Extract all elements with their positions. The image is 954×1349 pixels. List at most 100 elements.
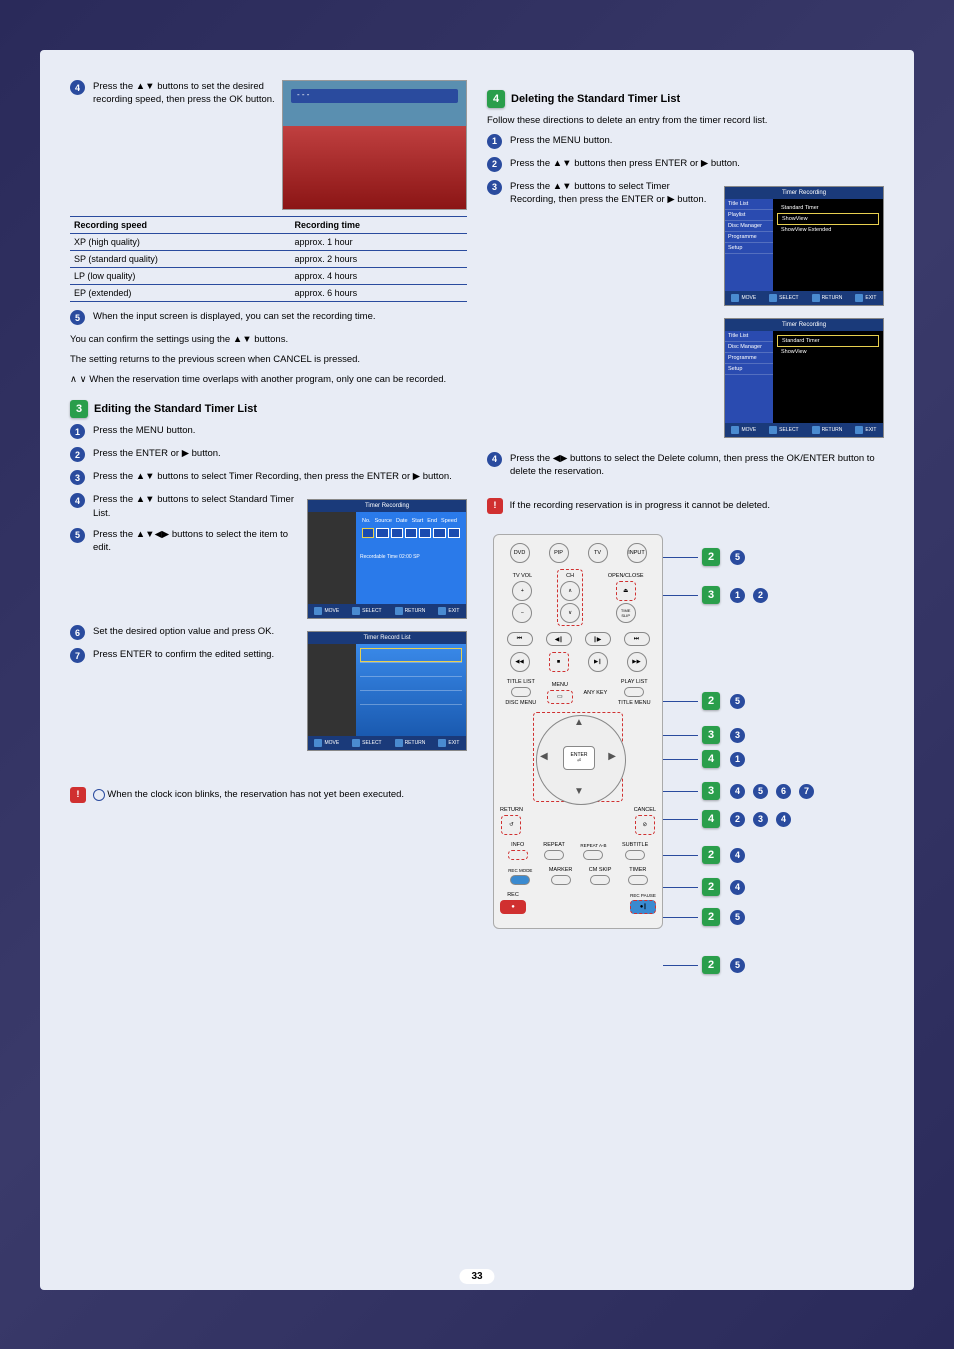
- dpad-up-icon: ▲: [574, 717, 584, 728]
- btn-subtitle: [625, 850, 645, 860]
- s3-n7: 7: [70, 648, 85, 663]
- th-speed: Recording speed: [70, 217, 291, 234]
- dpad-down-icon: ▼: [574, 786, 584, 797]
- page-number: 33: [459, 1269, 494, 1284]
- callout-0: 25: [663, 548, 749, 566]
- btn-marker: [551, 875, 571, 885]
- btn-cmskip: [590, 875, 610, 885]
- note-3: ∧ ∨ When the reservation time overlaps w…: [70, 373, 467, 387]
- s3-t2: Press the ENTER or ▶ button.: [93, 447, 467, 460]
- note-1: You can confirm the settings using the ▲…: [70, 333, 467, 347]
- btn-repeat: [544, 850, 564, 860]
- s3-t4: Press the ▲▼ buttons to select Standard …: [93, 493, 301, 520]
- callout-2: 25: [663, 692, 749, 710]
- btn-rew: ◀◀: [510, 652, 530, 672]
- btn-timeslip: TIME SLIP: [616, 603, 636, 623]
- btn-play: ▶∥: [588, 652, 608, 672]
- btn-prev: ⏮: [507, 632, 533, 646]
- s3-n3: 3: [70, 470, 85, 485]
- left-column: - - - 4 Press the ▲▼ buttons to set the …: [70, 80, 467, 929]
- step-5-text: When the input screen is displayed, you …: [93, 310, 467, 323]
- btn-input: INPUT: [627, 543, 647, 563]
- btn-ch-up: ∧: [560, 581, 580, 601]
- btn-dvd: DVD: [510, 543, 530, 563]
- s3-n6: 6: [70, 625, 85, 640]
- callout-10: 25: [663, 956, 749, 974]
- section-box-4: 4: [487, 90, 505, 108]
- callout-9: 25: [663, 908, 749, 926]
- btn-enter: ENTER⏎: [563, 746, 595, 770]
- preview-image: - - -: [282, 80, 467, 210]
- btn-pip: PIP: [549, 543, 569, 563]
- callout-4: 41: [663, 750, 749, 768]
- s3-t1: Press the MENU button.: [93, 424, 467, 437]
- callout-1: 312: [663, 586, 772, 604]
- caution-note: ! When the clock icon blinks, the reserv…: [70, 787, 467, 803]
- btn-stepfwd: ∥▶: [585, 632, 611, 646]
- s4-n4: 4: [487, 452, 502, 467]
- step-circle-4: 4: [70, 80, 85, 95]
- btn-vol-dn: −: [512, 603, 532, 623]
- s3-t3: Press the ▲▼ buttons to select Timer Rec…: [93, 470, 467, 483]
- section-box-3: 3: [70, 400, 88, 418]
- s4-t4: Press the ◀▶ buttons to select the Delet…: [510, 452, 884, 479]
- btn-eject: ⏏: [616, 581, 636, 601]
- manual-page: - - - 4 Press the ▲▼ buttons to set the …: [40, 50, 914, 1290]
- s3-t5: Press the ▲▼◀▶ buttons to select the ite…: [93, 528, 301, 555]
- s3-n2: 2: [70, 447, 85, 462]
- clock-icon: [93, 789, 105, 801]
- btn-title-list: [511, 687, 531, 697]
- remote-callouts: 2531225334134567423424242525: [663, 534, 884, 929]
- preview-overlay: - - -: [297, 90, 309, 99]
- s4-t3: Press the ▲▼ buttons to select Timer Rec…: [510, 180, 718, 207]
- caution-icon-2: !: [487, 498, 503, 514]
- btn-next: ⏭: [624, 632, 650, 646]
- btn-timer: [628, 875, 648, 885]
- s4-t1: Press the MENU button.: [510, 134, 884, 147]
- step-circle-5: 5: [70, 310, 85, 325]
- btn-repeat-ab: [583, 850, 603, 860]
- screenshot-menu-1: Timer Recording Title List Playlist Disc…: [724, 186, 884, 306]
- section-3-title: Editing the Standard Timer List: [94, 403, 257, 415]
- screenshot-timer-editor: Timer Recording No. Source Date Start En…: [307, 499, 467, 619]
- note-2: The setting returns to the previous scre…: [70, 353, 467, 367]
- step-4-text: Press the ▲▼ buttons to set the desired …: [93, 80, 276, 107]
- s3-n4: 4: [70, 493, 85, 508]
- btn-cancel: ⊘: [635, 815, 655, 835]
- recording-speed-table: Recording speedRecording time XP (high q…: [70, 216, 467, 302]
- right-column: 4 Deleting the Standard Timer List Follo…: [487, 80, 884, 929]
- btn-return: ↺: [501, 815, 521, 835]
- th-time: Recording time: [291, 217, 467, 234]
- btn-recpause: ●∥: [630, 900, 656, 914]
- remote-control: DVD PIP TV INPUT TV VOL+− CH∧∨ OPEN/CLOS…: [493, 534, 663, 929]
- btn-ch-dn: ∨: [560, 603, 580, 623]
- caution-icon: !: [70, 787, 86, 803]
- s3-t7: Press ENTER to confirm the edited settin…: [93, 648, 301, 661]
- btn-recmode: [510, 875, 530, 885]
- section-4-intro: Follow these directions to delete an ent…: [487, 114, 884, 128]
- section-4-title: Deleting the Standard Timer List: [511, 93, 680, 105]
- dpad-right-icon: ▶: [608, 751, 616, 762]
- btn-menu: ▭: [547, 690, 573, 704]
- s4-t2: Press the ▲▼ buttons then press ENTER or…: [510, 157, 884, 170]
- section-4-heading: 4 Deleting the Standard Timer List: [487, 90, 884, 108]
- s4-n1: 1: [487, 134, 502, 149]
- callout-7: 24: [663, 846, 749, 864]
- btn-rec: ●: [500, 900, 526, 914]
- callout-3: 33: [663, 726, 749, 744]
- s3-n1: 1: [70, 424, 85, 439]
- btn-ff: ▶▶: [627, 652, 647, 672]
- remote-diagram-wrap: DVD PIP TV INPUT TV VOL+− CH∧∨ OPEN/CLOS…: [487, 534, 884, 929]
- btn-play-list: [624, 687, 644, 697]
- section-3-heading: 3 Editing the Standard Timer List: [70, 400, 467, 418]
- btn-tv: TV: [588, 543, 608, 563]
- s3-t6: Set the desired option value and press O…: [93, 625, 301, 638]
- caution-2: ! If the recording reservation is in pro…: [487, 498, 884, 514]
- s4-n2: 2: [487, 157, 502, 172]
- s3-n5: 5: [70, 528, 85, 543]
- callout-5: 34567: [663, 782, 818, 800]
- btn-info: [508, 850, 528, 860]
- btn-vol-up: +: [512, 581, 532, 601]
- callout-6: 4234: [663, 810, 795, 828]
- screenshot-timer-list: Timer Record List MOVE SELECT RETURN EXI…: [307, 631, 467, 751]
